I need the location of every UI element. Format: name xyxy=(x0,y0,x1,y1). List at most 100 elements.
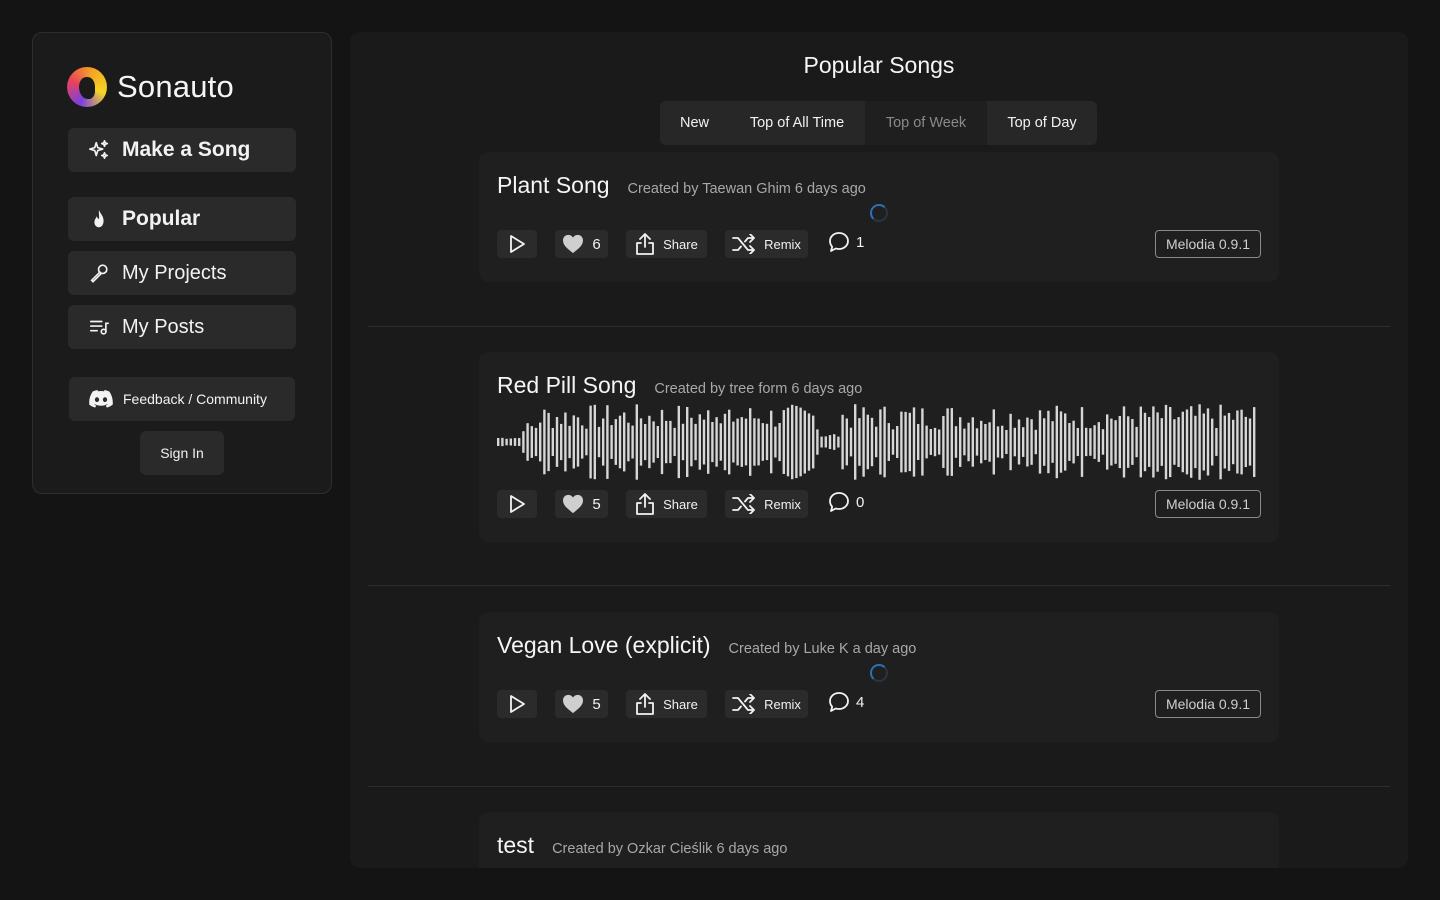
waveform-bar xyxy=(854,404,857,480)
waveform-bar xyxy=(980,420,983,464)
waveform-bar xyxy=(820,436,823,448)
waveform-bar xyxy=(1177,417,1180,467)
brand[interactable]: Sonauto xyxy=(67,67,234,107)
sidebar-item-my-projects[interactable]: My Projects xyxy=(68,251,296,295)
waveform-bar xyxy=(526,423,529,461)
remix-label: Remix xyxy=(764,496,801,512)
waveform-bar xyxy=(883,406,886,478)
song-title[interactable]: test xyxy=(497,832,534,858)
waveform-bar xyxy=(753,418,756,466)
waveform-bar xyxy=(841,414,844,470)
model-badge: Melodia 0.9.1 xyxy=(1154,230,1261,258)
remix-button[interactable]: Remix xyxy=(725,690,808,718)
song-meta: Created by Luke K a day ago xyxy=(728,641,917,657)
waveform-bar xyxy=(849,427,853,457)
waveform-bar xyxy=(1240,409,1243,475)
make-a-song-button[interactable]: Make a Song xyxy=(68,128,296,172)
sidebar-item-popular[interactable]: Popular xyxy=(68,197,296,241)
sidebar-item-my-posts[interactable]: My Posts xyxy=(68,305,296,349)
waveform-bar xyxy=(925,425,928,459)
remix-button[interactable]: Remix xyxy=(725,230,808,258)
comment-count: 1 xyxy=(856,233,865,251)
loading-spinner-icon xyxy=(870,204,888,222)
waveform-bar xyxy=(803,410,806,474)
remix-label: Remix xyxy=(764,236,801,252)
waveform-bar xyxy=(581,425,584,459)
waveform-bar xyxy=(1139,406,1142,478)
divider xyxy=(368,786,1390,787)
play-button[interactable] xyxy=(497,690,537,718)
waveform-bar xyxy=(715,417,718,467)
waveform-bar xyxy=(933,427,937,457)
waveform-bar xyxy=(543,409,546,475)
waveform-bar xyxy=(568,425,571,459)
waveform-bar xyxy=(749,408,752,476)
waveform-bar xyxy=(917,424,920,460)
play-button[interactable] xyxy=(497,230,537,258)
share-button[interactable]: Share xyxy=(626,690,707,718)
waveform[interactable] xyxy=(497,402,1259,482)
waveform-bar xyxy=(1026,417,1029,467)
flame-icon xyxy=(94,209,104,228)
waveform-bar xyxy=(984,424,987,460)
like-button[interactable]: 5 xyxy=(555,490,608,518)
like-button[interactable]: 6 xyxy=(555,230,608,258)
song-title-row: Vegan Love (explicit) Created by Luke K a… xyxy=(497,632,916,659)
waveform-bar xyxy=(1022,427,1025,457)
song-title[interactable]: Vegan Love (explicit) xyxy=(497,632,711,658)
sign-in-button[interactable]: Sign In xyxy=(140,431,224,475)
share-icon xyxy=(636,693,655,715)
comments-button[interactable]: 4 xyxy=(828,691,864,713)
tab-top-of-day[interactable]: Top of Day xyxy=(987,101,1097,145)
share-button[interactable]: Share xyxy=(626,230,707,258)
waveform-bar xyxy=(736,418,739,466)
waveform-bar xyxy=(904,411,907,473)
waveform-bar xyxy=(908,412,911,472)
tab-new[interactable]: New xyxy=(660,101,729,145)
waveform-bar xyxy=(862,407,865,477)
waveform-bar xyxy=(551,428,554,456)
song-meta: Created by tree form 6 days ago xyxy=(654,381,863,397)
waveform-bar xyxy=(660,409,664,475)
waveform-bar xyxy=(946,408,949,476)
waveform-bar xyxy=(900,411,903,473)
waveform-bar xyxy=(1219,404,1222,480)
waveform-bar xyxy=(1085,427,1088,457)
waveform-bar xyxy=(677,405,680,479)
song-title[interactable]: Plant Song xyxy=(497,172,610,198)
comments-button[interactable]: 1 xyxy=(828,231,864,253)
waveform-bar xyxy=(1114,420,1117,464)
comment-icon xyxy=(829,692,849,712)
waveform-bar xyxy=(1173,419,1176,465)
tab-top-of-all-time[interactable]: Top of All Time xyxy=(729,101,865,145)
waveform-bar xyxy=(1248,418,1252,466)
waveform-bar xyxy=(770,410,773,474)
waveform-bar xyxy=(1169,407,1172,478)
waveform-bar xyxy=(786,407,790,477)
waveform-bar xyxy=(1202,413,1205,471)
song-title[interactable]: Red Pill Song xyxy=(497,372,636,398)
waveform-bar xyxy=(824,436,827,448)
waveform-bar xyxy=(1038,410,1042,474)
tab-top-of-week[interactable]: Top of Week xyxy=(865,101,987,145)
remix-button[interactable]: Remix xyxy=(725,490,808,518)
like-button[interactable]: 5 xyxy=(555,690,608,718)
waveform-bar xyxy=(597,426,601,458)
waveform-bar xyxy=(1013,427,1016,457)
waveform-bar xyxy=(702,419,706,465)
waveform-bar xyxy=(1034,429,1037,455)
waveform-bar xyxy=(1227,413,1231,471)
waveform-bar xyxy=(1110,418,1113,466)
waveform-bar xyxy=(963,428,966,456)
waveform-bar xyxy=(1030,419,1033,465)
feedback-community-button[interactable]: Feedback / Community xyxy=(69,377,295,421)
waveform-bar xyxy=(799,407,802,477)
share-button[interactable]: Share xyxy=(626,490,707,518)
song-card: Plant Song Created by Taewan Ghim 6 days … xyxy=(479,152,1279,282)
waveform-bar xyxy=(673,427,676,456)
comments-button[interactable]: 0 xyxy=(828,491,864,513)
waveform-bar xyxy=(1194,415,1197,469)
waveform-bar xyxy=(690,417,693,467)
waveform-bar xyxy=(1093,425,1096,459)
play-button[interactable] xyxy=(497,490,537,518)
